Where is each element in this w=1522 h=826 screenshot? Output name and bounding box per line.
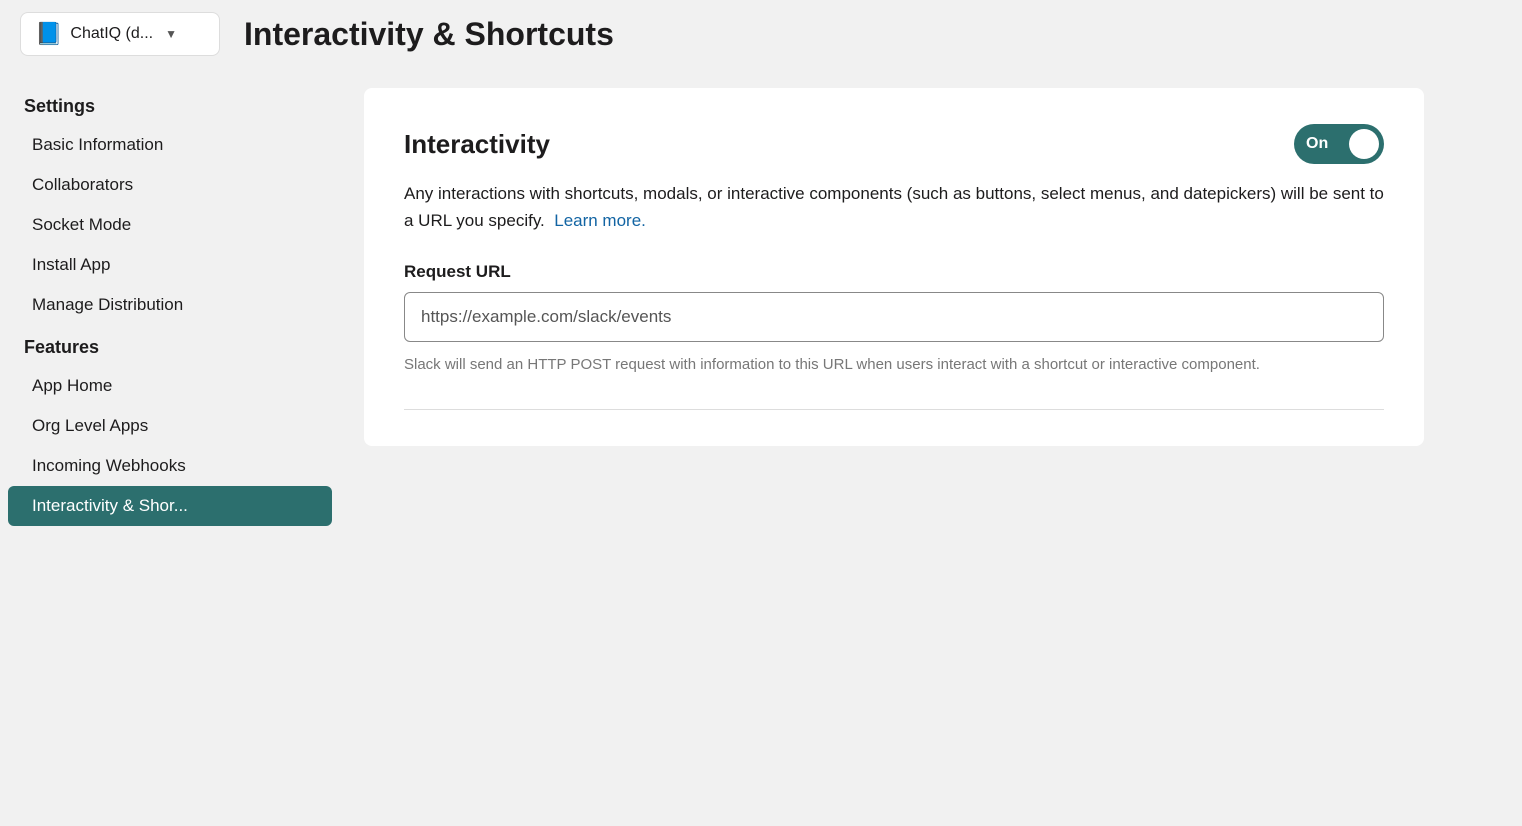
sidebar-item-app-home[interactable]: App Home (8, 366, 332, 406)
request-url-label: Request URL (404, 262, 1384, 282)
request-url-hint: Slack will send an HTTP POST request wit… (404, 354, 1384, 377)
features-section-title: Features (0, 325, 340, 366)
interactivity-section-title: Interactivity (404, 129, 550, 160)
layout: Settings Basic Information Collaborators… (0, 68, 1522, 824)
sidebar: Settings Basic Information Collaborators… (0, 68, 340, 824)
request-url-input[interactable] (404, 292, 1384, 342)
chevron-down-icon: ▼ (165, 27, 177, 41)
section-divider (404, 409, 1384, 410)
sidebar-item-socket-mode[interactable]: Socket Mode (8, 205, 332, 245)
toggle-knob (1349, 129, 1379, 159)
settings-section-title: Settings (0, 84, 340, 125)
interactivity-description: Any interactions with shortcuts, modals,… (404, 180, 1384, 234)
sidebar-item-manage-distribution[interactable]: Manage Distribution (8, 285, 332, 325)
sidebar-item-basic-information[interactable]: Basic Information (8, 125, 332, 165)
sidebar-item-collaborators[interactable]: Collaborators (8, 165, 332, 205)
sidebar-item-install-app[interactable]: Install App (8, 245, 332, 285)
app-icon: 📘 (35, 21, 62, 47)
content-card: Interactivity On Any interactions with s… (364, 88, 1424, 446)
page-title: Interactivity & Shortcuts (244, 16, 614, 53)
learn-more-link[interactable]: Learn more. (554, 211, 646, 230)
app-name: ChatIQ (d... (70, 25, 153, 43)
main-content: Interactivity On Any interactions with s… (340, 68, 1522, 824)
interactivity-toggle[interactable]: On (1294, 124, 1384, 164)
section-header: Interactivity On (404, 124, 1384, 164)
toggle-container: On (1294, 124, 1384, 164)
app-selector[interactable]: 📘 ChatIQ (d... ▼ (20, 12, 220, 56)
sidebar-item-interactivity-shortcuts[interactable]: Interactivity & Shor... (8, 486, 332, 526)
toggle-label: On (1306, 135, 1328, 153)
sidebar-item-org-level-apps[interactable]: Org Level Apps (8, 406, 332, 446)
top-bar: 📘 ChatIQ (d... ▼ Interactivity & Shortcu… (0, 0, 1522, 68)
sidebar-item-incoming-webhooks[interactable]: Incoming Webhooks (8, 446, 332, 486)
